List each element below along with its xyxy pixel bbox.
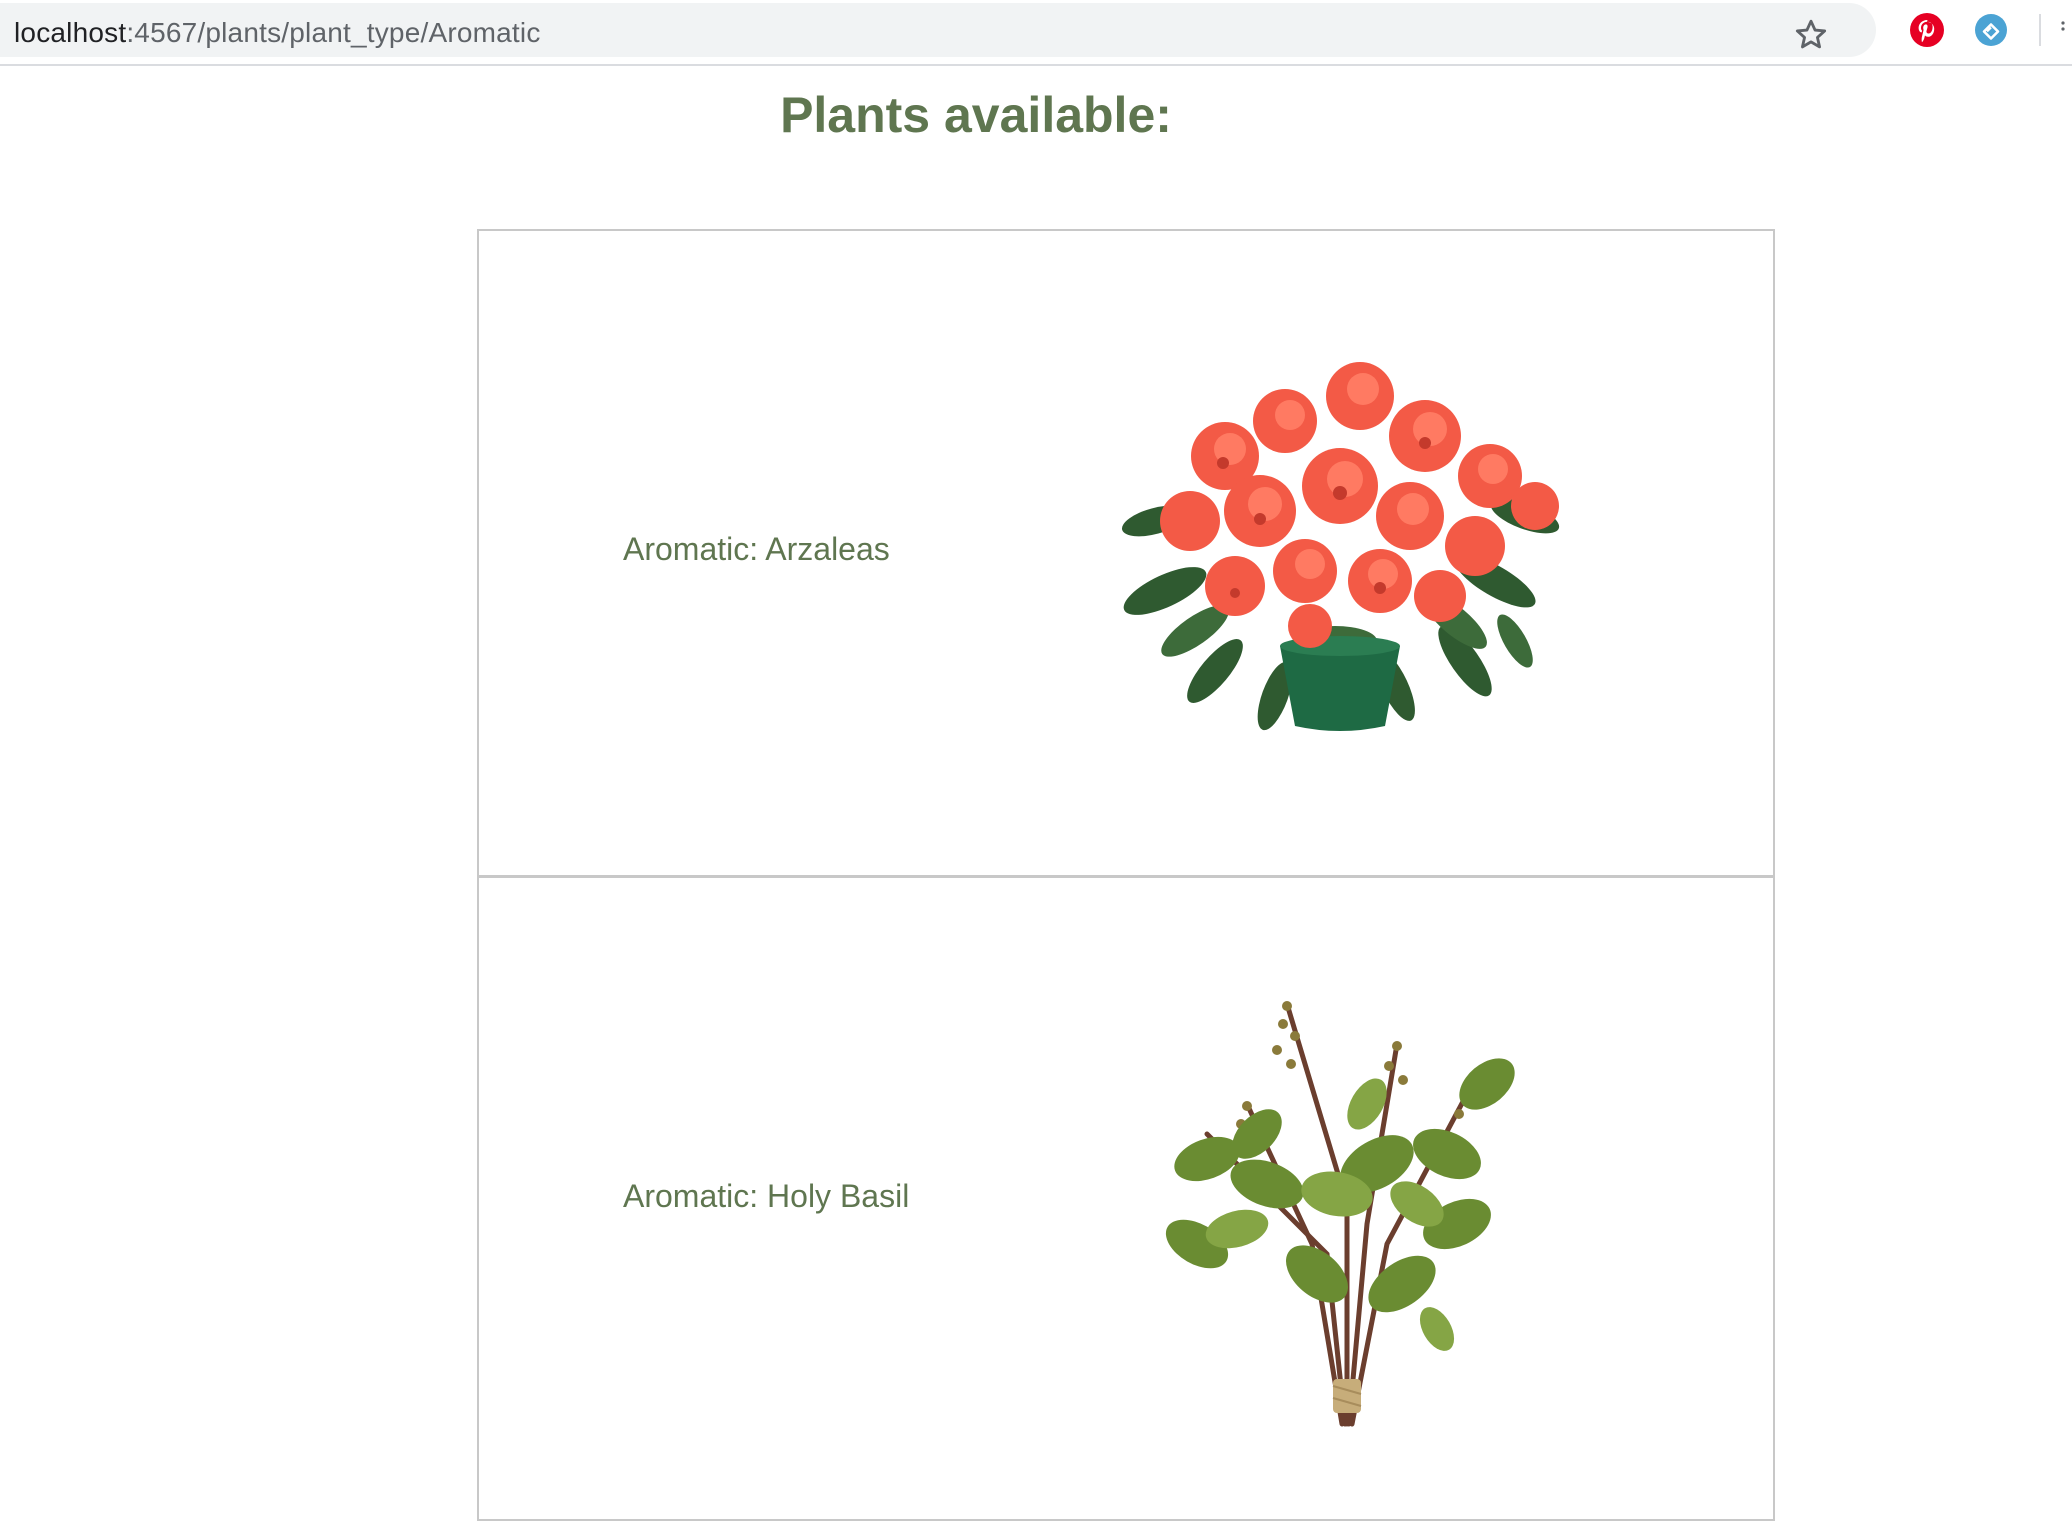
toolbar-separator (2039, 14, 2041, 46)
address-bar[interactable]: localhost:4567/plants/plant_type/Aromati… (0, 3, 1876, 57)
pinterest-icon[interactable] (1909, 12, 1945, 48)
plant-label: Aromatic: Arzaleas (623, 531, 890, 567)
plant-row-arzaleas: Aromatic: Arzaleas (479, 231, 1773, 875)
holy-basil-image (1165, 1001, 1515, 1427)
page-title: Plants available: (780, 87, 1172, 143)
extension-icon[interactable] (1973, 12, 2009, 48)
plant-row-holy-basil: Aromatic: Holy Basil (479, 875, 1773, 1519)
menu-icon[interactable] (2060, 20, 2066, 38)
url-host: localhost (14, 17, 127, 48)
browser-toolbar: localhost:4567/plants/plant_type/Aromati… (0, 0, 2072, 66)
plant-label: Aromatic: Holy Basil (623, 1178, 910, 1214)
url-text[interactable]: localhost:4567/plants/plant_type/Aromati… (14, 13, 541, 53)
azalea-image (1121, 362, 1560, 731)
url-path: :4567/plants/plant_type/Aromatic (126, 17, 541, 48)
star-icon[interactable] (1793, 17, 1829, 53)
plants-table: Aromatic: Arzaleas Aromatic: Holy Basil (477, 229, 1775, 1521)
